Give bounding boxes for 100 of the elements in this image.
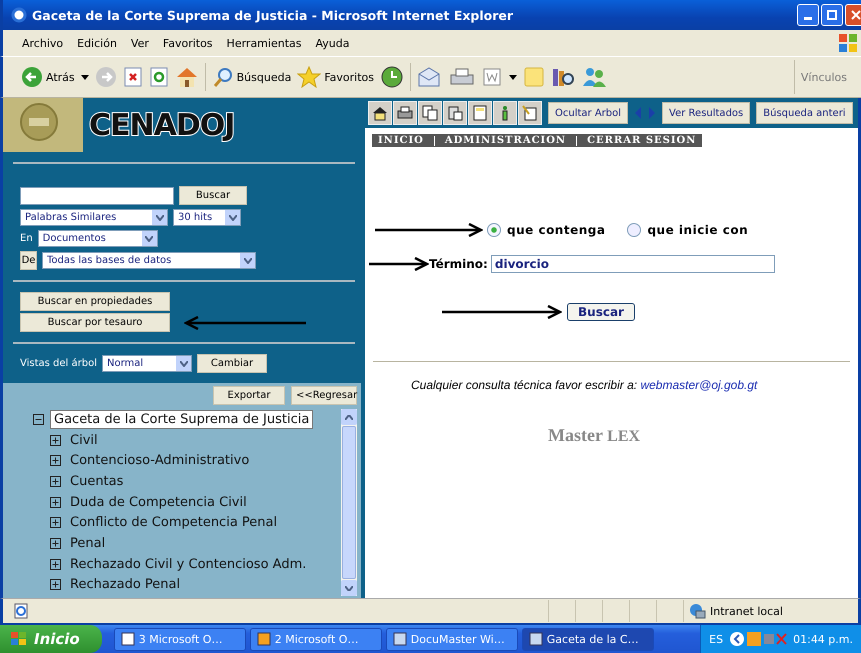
intranet-icon xyxy=(688,603,706,619)
contact-text: Cualquier consulta técnica favor escribir a: webmaster@oj.gob.gt xyxy=(411,378,759,392)
home-icon[interactable] xyxy=(368,101,392,125)
page-icon xyxy=(13,603,29,619)
menu-item[interactable]: Ver xyxy=(124,36,156,50)
database-select[interactable]: Todas las bases de datos xyxy=(42,252,256,269)
favorites-button[interactable]: Favoritos xyxy=(297,66,374,88)
history-icon[interactable] xyxy=(380,65,404,89)
radio-button[interactable] xyxy=(487,223,501,237)
arrow-icon xyxy=(369,257,429,271)
app-icon xyxy=(392,632,407,646)
scroll-up-icon[interactable] xyxy=(345,414,353,420)
tree-item[interactable]: Rechazado Civil y Contencioso Adm. xyxy=(67,556,310,573)
radio-label[interactable]: que contenga xyxy=(507,223,606,237)
action-button[interactable]: Buscar en propiedades xyxy=(20,292,170,311)
menu-item[interactable]: Archivo xyxy=(15,36,70,50)
term-field[interactable]: divorcio xyxy=(490,255,775,273)
tree-item[interactable]: Duda de Competencia Civil xyxy=(67,494,250,511)
books-icon[interactable] xyxy=(551,66,575,88)
scrollbar[interactable] xyxy=(341,409,357,596)
clock: 01:44 p.m. xyxy=(793,632,853,646)
tree-item[interactable]: Cuentas xyxy=(67,472,126,490)
expand-icon[interactable] xyxy=(50,517,61,528)
browser-icon xyxy=(11,7,27,23)
change-button[interactable]: Cambiar xyxy=(197,354,267,373)
tree-view-select[interactable]: Normal xyxy=(102,355,192,372)
site-logo: CENADOJ xyxy=(89,108,234,142)
search-button[interactable]: Búsqueda xyxy=(212,66,292,88)
search-button[interactable]: Buscar xyxy=(567,303,635,321)
tree-item[interactable]: Penal xyxy=(67,534,108,552)
scroll-down-icon[interactable] xyxy=(345,586,353,590)
word-document-icon[interactable] xyxy=(481,66,503,88)
action-button[interactable]: Buscar por tesauro xyxy=(20,313,170,332)
refresh-icon[interactable] xyxy=(148,66,169,88)
window-title: Gaceta de la Corte Suprema de Justicia - Microsoft Internet Explorer xyxy=(32,8,514,22)
taskbar-button[interactable]: Gaceta de la C… xyxy=(522,628,654,650)
radio-button[interactable] xyxy=(627,223,642,237)
links-label[interactable]: Vínculos xyxy=(800,70,847,84)
menu-item[interactable]: Edición xyxy=(70,36,124,50)
minimize-button[interactable] xyxy=(797,4,819,26)
windows-logo-icon xyxy=(837,32,859,54)
expand-icon[interactable] xyxy=(50,538,61,549)
scope-select[interactable]: Documentos xyxy=(38,230,158,247)
expand-icon[interactable] xyxy=(50,476,61,487)
close-icon xyxy=(851,10,861,20)
tree-item[interactable]: Civil xyxy=(67,432,101,449)
masterlex-logo: Master LEX xyxy=(548,425,642,446)
radio-label[interactable]: que inicie con xyxy=(647,223,748,237)
expand-icon[interactable] xyxy=(50,558,61,570)
menu-item[interactable]: Favoritos xyxy=(156,36,220,50)
dropdown-arrow-icon[interactable] xyxy=(509,74,517,80)
menu-item[interactable]: Herramientas xyxy=(220,36,308,50)
dropdown-arrow-icon[interactable] xyxy=(80,74,89,80)
tree-item[interactable]: Conflicto de Competencia Penal xyxy=(67,514,280,532)
taskbar-button[interactable]: DocuMaster Wi… xyxy=(386,628,518,650)
email-link[interactable]: webmaster@oj.gob.gt xyxy=(640,378,758,392)
search-button[interactable]: Buscar xyxy=(179,186,247,205)
taskbar-button[interactable]: 3 Microsoft O… xyxy=(114,628,246,650)
nav-link[interactable]: INICIO xyxy=(378,135,424,146)
minimize-icon xyxy=(804,16,812,20)
tray-icons[interactable] xyxy=(729,631,788,647)
back-button[interactable]: Atrás xyxy=(21,66,75,88)
expand-icon[interactable] xyxy=(50,496,61,508)
expand-icon[interactable] xyxy=(50,434,61,446)
hits-select[interactable]: 30 hits xyxy=(173,209,241,226)
previous-search-button[interactable]: Búsqueda anteri xyxy=(756,102,853,124)
copy-icon[interactable] xyxy=(418,101,442,125)
maximize-button[interactable] xyxy=(821,4,843,26)
taskbar-button[interactable]: 2 Microsoft O… xyxy=(250,628,382,650)
info-icon[interactable] xyxy=(493,101,517,125)
paste-icon[interactable] xyxy=(443,101,467,125)
results-button[interactable]: Ver Resultados xyxy=(662,102,750,124)
app-icon xyxy=(528,632,543,646)
document-icon[interactable] xyxy=(468,101,492,125)
collapse-icon[interactable] xyxy=(33,414,44,425)
search-icon xyxy=(212,66,234,88)
nav-link[interactable]: CERRAR SESION xyxy=(587,135,696,146)
tree-view-label: Vistas del árbol xyxy=(20,358,97,369)
in-label: En xyxy=(20,233,33,244)
from-button[interactable]: De xyxy=(20,251,37,270)
edit-icon[interactable] xyxy=(518,101,542,125)
maximize-icon xyxy=(827,10,837,20)
tree-item[interactable]: Contencioso-Administrativo xyxy=(67,452,252,470)
export-button[interactable]: Exportar xyxy=(213,386,285,405)
menu-item[interactable]: Ayuda xyxy=(308,36,356,50)
expand-icon[interactable] xyxy=(50,579,61,590)
people-icon[interactable] xyxy=(581,66,607,88)
tree-item[interactable]: Rechazado Penal xyxy=(67,576,184,594)
tree-item[interactable]: Gaceta de la Corte Suprema de Justicia xyxy=(50,410,314,429)
mode-select[interactable]: Palabras Similares xyxy=(20,209,168,226)
expand-icon[interactable] xyxy=(50,455,61,466)
back-button[interactable]: <<Regresar xyxy=(291,386,357,405)
arrow-icon xyxy=(442,305,562,319)
stop-icon[interactable] xyxy=(122,66,143,88)
search-field[interactable] xyxy=(20,186,174,204)
print-icon[interactable] xyxy=(393,101,417,125)
nav-link[interactable]: ADMINISTRACION xyxy=(444,135,566,146)
hide-tree-button[interactable]: Ocultar Arbol xyxy=(548,102,628,124)
arrow-icon xyxy=(184,316,306,330)
close-button[interactable] xyxy=(845,4,861,26)
